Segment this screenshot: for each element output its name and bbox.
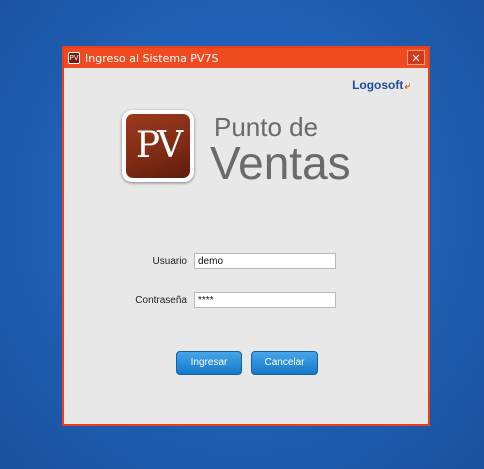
vendor-logo: Logosoft⤶	[352, 78, 410, 92]
title-bar[interactable]: PV Ingreso al Sistema PV7S ✕	[64, 48, 428, 68]
window-title: Ingreso al Sistema PV7S	[85, 51, 219, 65]
password-field[interactable]	[194, 292, 336, 308]
pv-logo: PV	[122, 110, 194, 182]
vendor-name: Logosoft	[352, 78, 404, 92]
password-label: Contraseña	[135, 295, 187, 306]
username-label: Usuario	[152, 256, 187, 267]
vendor-mark-icon: ⤶	[404, 81, 410, 92]
username-field[interactable]	[194, 253, 336, 269]
dialog-content: Logosoft⤶ PV Punto de Ventas Usuario Con…	[64, 68, 428, 424]
pv-logo-letters: PV	[126, 114, 190, 178]
product-name-line2: Ventas	[210, 137, 351, 189]
close-button[interactable]: ✕	[407, 50, 425, 65]
app-icon: PV	[68, 52, 80, 64]
login-button[interactable]: Ingresar	[176, 351, 242, 375]
close-icon: ✕	[411, 52, 421, 65]
login-dialog: PV Ingreso al Sistema PV7S ✕ Logosoft⤶ P…	[62, 46, 430, 426]
cancel-button[interactable]: Cancelar	[251, 351, 318, 375]
